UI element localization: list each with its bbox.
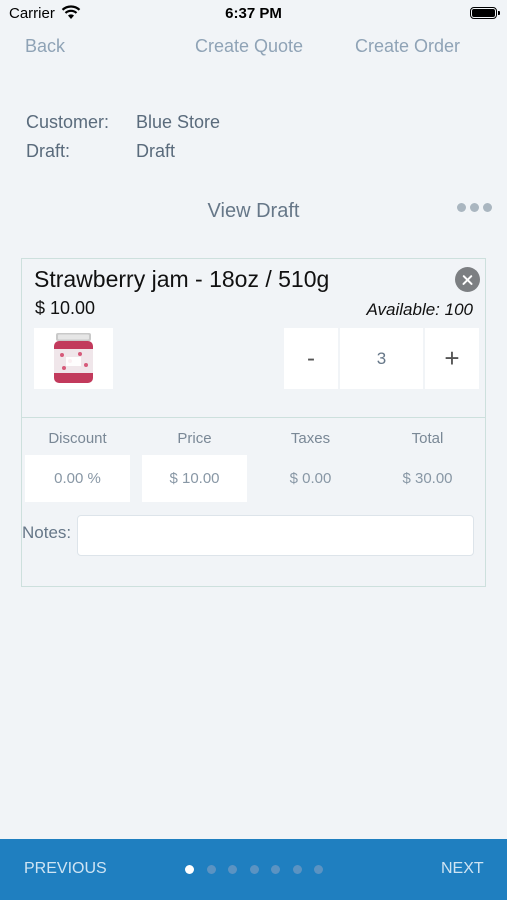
page-dot[interactable] (292, 865, 302, 874)
increase-quantity-button[interactable]: + (425, 328, 479, 389)
page-dot[interactable] (314, 865, 323, 874)
page-dot[interactable] (271, 865, 280, 874)
clock: 6:37 PM (225, 5, 282, 22)
price-header: Price (177, 430, 212, 447)
notes-input[interactable] (77, 515, 474, 556)
customer-label: Customer: (26, 112, 110, 132)
decrease-quantity-button[interactable]: - (284, 328, 338, 389)
back-button[interactable]: Back (25, 36, 65, 57)
page-dot[interactable] (185, 865, 194, 874)
page-dot[interactable] (249, 865, 259, 874)
taxes-value: $ 0.00 (289, 470, 332, 487)
discount-field[interactable]: 0.00 % (25, 455, 130, 502)
page-dot[interactable] (206, 865, 216, 874)
notes-label: Notes: (22, 523, 72, 542)
create-quote-button[interactable]: Create Quote (195, 36, 303, 57)
page-indicator (185, 865, 330, 875)
draft-value: Draft (136, 141, 176, 161)
battery-icon (470, 7, 500, 19)
draft-label: Draft: (26, 141, 71, 161)
customer-value: Blue Store (136, 112, 221, 132)
quantity-value[interactable]: 3 (340, 328, 423, 389)
remove-item-button[interactable] (455, 267, 480, 292)
available-stock: Available: 100 (366, 300, 474, 319)
product-price: $ 10.00 (35, 298, 96, 318)
previous-button[interactable]: PREVIOUS (24, 860, 107, 878)
next-button[interactable]: NEXT (441, 860, 484, 878)
taxes-header: Taxes (290, 430, 331, 447)
discount-header: Discount (48, 430, 107, 447)
jam-jar-icon (54, 333, 93, 383)
page-dot[interactable] (228, 865, 237, 874)
divider (22, 417, 485, 418)
product-image (34, 328, 113, 389)
price-field[interactable]: $ 10.00 (142, 455, 247, 502)
more-options-icon[interactable] (457, 200, 493, 214)
create-order-button[interactable]: Create Order (355, 36, 460, 57)
total-header: Total (411, 430, 444, 447)
product-title: Strawberry jam - 18oz / 510g (34, 266, 330, 292)
total-value: $ 30.00 (402, 470, 453, 487)
status-bar: Carrier 6:37 PM (0, 0, 507, 28)
page-title: View Draft (207, 200, 300, 222)
